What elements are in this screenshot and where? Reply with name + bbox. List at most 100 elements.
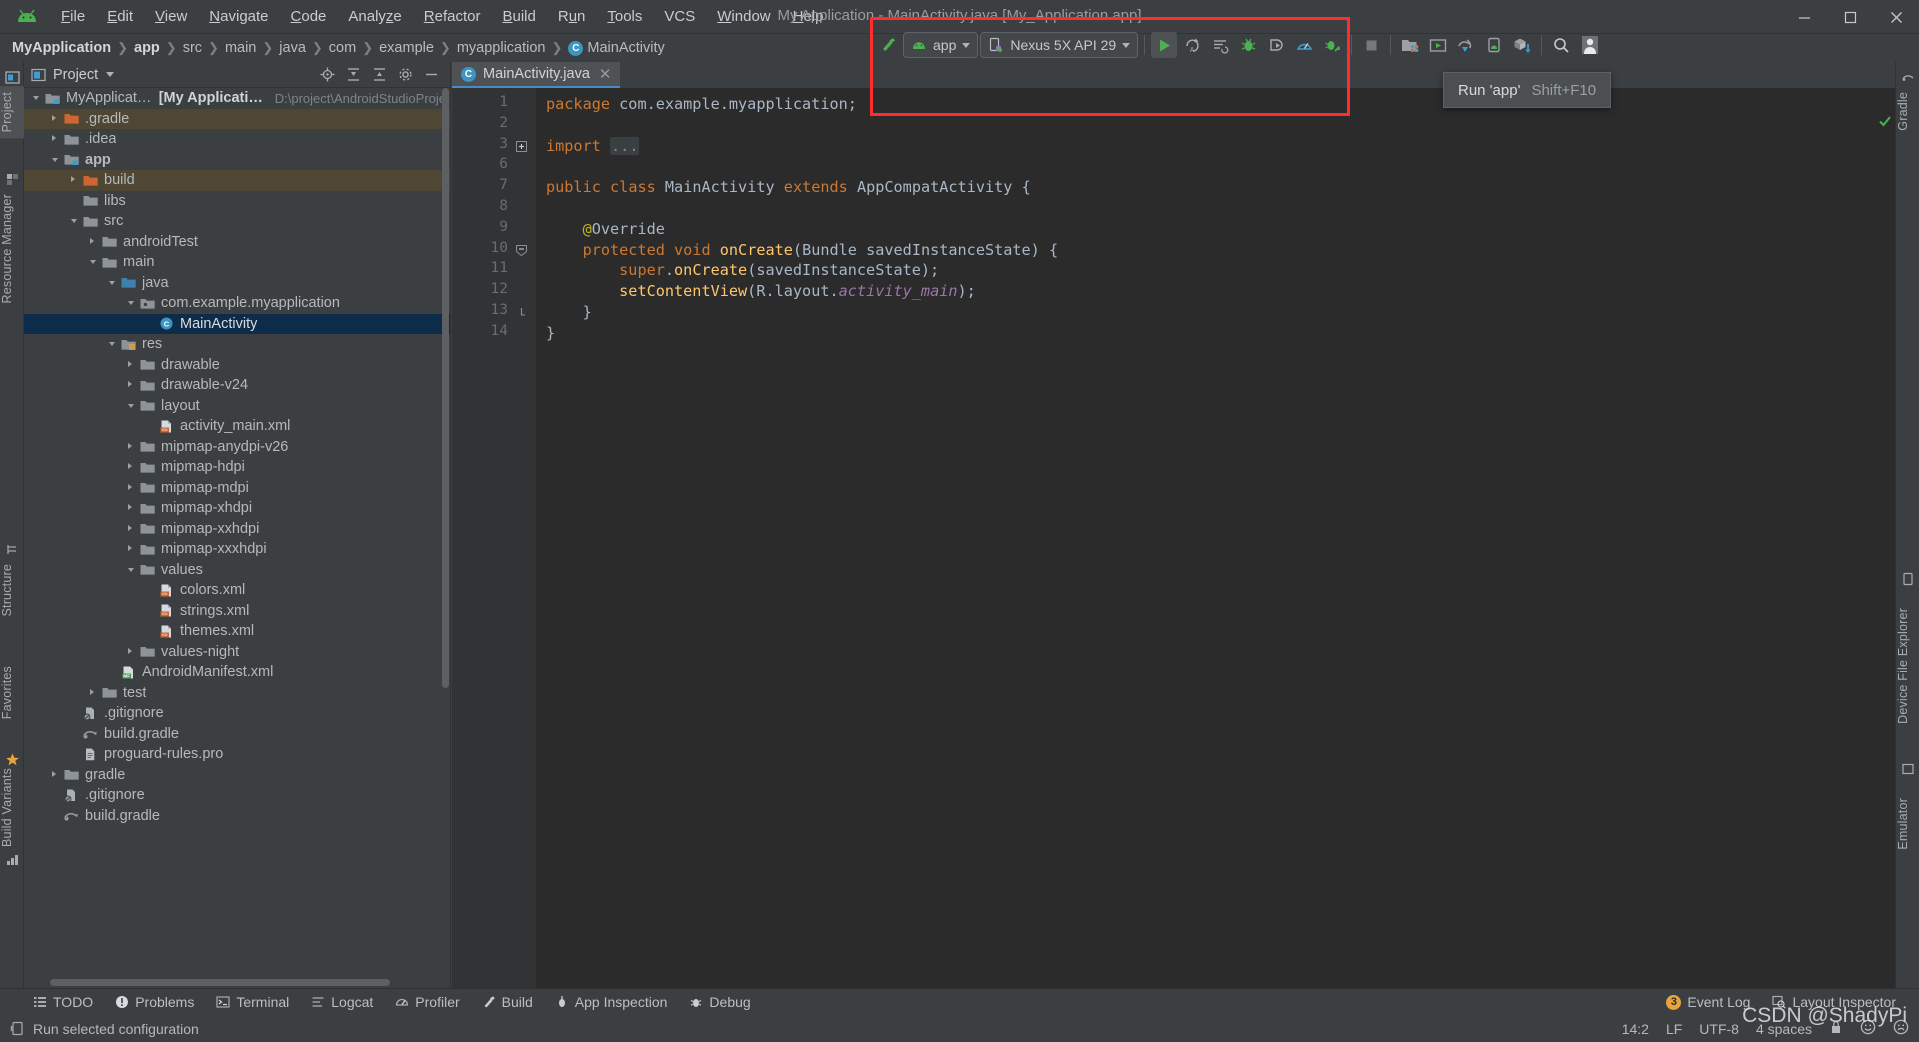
tree-row--gitignore[interactable]: .gitignore — [24, 785, 450, 806]
run-button[interactable] — [1151, 32, 1178, 58]
line-separator[interactable]: LF — [1666, 1021, 1682, 1037]
tree-row-libs[interactable]: libs — [24, 191, 450, 212]
chevron-right-icon[interactable] — [68, 173, 82, 187]
menu-build[interactable]: Build — [491, 5, 546, 28]
chevron-down-icon[interactable] — [49, 153, 63, 167]
sidebar-item-build-variants[interactable]: Build Variants — [0, 762, 24, 853]
chevron-right-icon[interactable] — [125, 501, 139, 515]
code-content[interactable]: package com.example.myapplication; impor… — [536, 88, 1895, 988]
line-number[interactable]: 1 — [452, 94, 514, 115]
bottom-tab-event-log[interactable]: 3 Event Log — [1655, 989, 1761, 1015]
bottom-tab-todo[interactable]: TODO — [22, 989, 104, 1015]
chevron-down-icon[interactable] — [106, 276, 120, 290]
hide-panel-icon[interactable] — [423, 66, 440, 83]
file-encoding[interactable]: UTF-8 — [1699, 1021, 1739, 1037]
editor-tab-mainactivity[interactable]: C MainActivity.java ✕ — [452, 62, 621, 88]
tree-row-values-night[interactable]: values-night — [24, 642, 450, 663]
breadcrumb-myapplication[interactable]: MyApplication — [12, 40, 111, 56]
menu-help[interactable]: Help — [782, 5, 835, 28]
sidebar-item-favorites[interactable]: Favorites — [0, 660, 24, 725]
happy-face-icon[interactable] — [1860, 1019, 1876, 1038]
chevron-right-icon[interactable] — [125, 440, 139, 454]
breadcrumb-com[interactable]: com — [329, 40, 356, 56]
menu-run[interactable]: Run — [547, 5, 597, 28]
code-folding-column[interactable] — [514, 88, 536, 988]
bottom-tab-build[interactable]: Build — [471, 989, 544, 1015]
sidebar-item-device-file-explorer[interactable]: Device File Explorer — [1896, 602, 1919, 730]
caret-position[interactable]: 14:2 — [1622, 1021, 1649, 1037]
tree-row-mipmap-xhdpi[interactable]: mipmap-xhdpi — [24, 498, 450, 519]
menu-vcs[interactable]: VCS — [653, 5, 706, 28]
chevron-right-icon[interactable] — [125, 522, 139, 536]
locate-icon[interactable] — [319, 66, 336, 83]
account-icon[interactable] — [1576, 32, 1604, 58]
menu-refactor[interactable]: Refactor — [413, 5, 492, 28]
avd-manager-icon[interactable] — [1425, 32, 1451, 58]
apply-changes-icon[interactable]: A — [1179, 32, 1205, 58]
breadcrumb-main[interactable]: main — [225, 40, 256, 56]
profiler-icon[interactable] — [1291, 32, 1317, 58]
menu-code[interactable]: Code — [280, 5, 338, 28]
menu-edit[interactable]: Edit — [96, 5, 144, 28]
sidebar-item-project[interactable]: Project — [0, 86, 24, 139]
tree-row-mipmap-hdpi[interactable]: mipmap-hdpi — [24, 457, 450, 478]
bottom-tab-app-inspection[interactable]: App Inspection — [544, 989, 679, 1015]
bottom-tab-logcat[interactable]: Logcat — [300, 989, 384, 1015]
chevron-down-icon[interactable] — [125, 563, 139, 577]
build-hammer-icon[interactable] — [875, 32, 901, 58]
sidebar-item-resource-manager[interactable]: Resource Manager — [0, 188, 24, 310]
tree-row-src[interactable]: src — [24, 211, 450, 232]
debug-icon[interactable] — [1235, 32, 1261, 58]
sdk-manager-icon[interactable] — [1397, 32, 1423, 58]
line-number[interactable]: 8 — [452, 198, 514, 219]
tree-row--gitignore[interactable]: .gitignore — [24, 703, 450, 724]
device-manager-icon[interactable] — [1481, 32, 1507, 58]
fold-marker[interactable] — [514, 136, 536, 157]
breadcrumb-app[interactable]: app — [134, 40, 160, 56]
menu-view[interactable]: View — [144, 5, 198, 28]
module-selector[interactable]: app — [903, 32, 979, 58]
line-number[interactable]: 6 — [452, 156, 514, 177]
stop-icon[interactable] — [1358, 32, 1384, 58]
chevron-down-icon[interactable] — [106, 72, 115, 77]
chevron-down-icon[interactable] — [68, 214, 82, 228]
tree-row-com-example-myapplication[interactable]: com.example.myapplication — [24, 293, 450, 314]
chevron-right-icon[interactable] — [125, 542, 139, 556]
tree-row-gradle[interactable]: gradle — [24, 765, 450, 786]
chevron-right-icon[interactable] — [125, 378, 139, 392]
breadcrumb-mainactivity[interactable]: MainActivity — [587, 40, 664, 56]
breadcrumb-java[interactable]: java — [279, 40, 306, 56]
minimize-button[interactable] — [1781, 0, 1827, 34]
apply-code-changes-icon[interactable] — [1207, 32, 1233, 58]
chevron-down-icon[interactable] — [87, 255, 101, 269]
device-selector[interactable]: Nexus 5X API 29 — [980, 32, 1139, 58]
settings-gear-icon[interactable] — [397, 66, 414, 83]
close-button[interactable] — [1873, 0, 1919, 34]
tree-row-androidmanifest-xml[interactable]: MF AndroidManifest.xml — [24, 662, 450, 683]
tree-row-values[interactable]: values — [24, 560, 450, 581]
chevron-down-icon[interactable] — [125, 296, 139, 310]
indent-setting[interactable]: 4 spaces — [1756, 1021, 1812, 1037]
fold-marker[interactable] — [514, 240, 536, 261]
chevron-right-icon[interactable] — [49, 132, 63, 146]
tree-row-strings-xml[interactable]: <> strings.xml — [24, 601, 450, 622]
line-number[interactable]: 7<> — [452, 177, 528, 198]
sdk-download-icon[interactable] — [1509, 32, 1535, 58]
chevron-right-icon[interactable] — [87, 686, 101, 700]
tree-row-layout[interactable]: layout — [24, 396, 450, 417]
bottom-tab-debug[interactable]: Debug — [678, 989, 761, 1015]
maximize-button[interactable] — [1827, 0, 1873, 34]
chevron-down-icon[interactable] — [30, 91, 44, 105]
tree-row-androidtest[interactable]: androidTest — [24, 232, 450, 253]
chevron-right-icon[interactable] — [87, 235, 101, 249]
tree-row-proguard-rules-pro[interactable]: proguard-rules.pro — [24, 744, 450, 765]
tree-row-mipmap-mdpi[interactable]: mipmap-mdpi — [24, 478, 450, 499]
tree-row-main[interactable]: main — [24, 252, 450, 273]
tree-row-build-gradle[interactable]: build.gradle — [24, 724, 450, 745]
tree-row--gradle[interactable]: .gradle — [24, 108, 450, 129]
breadcrumb-example[interactable]: example — [379, 40, 434, 56]
bottom-tab-problems[interactable]: Problems — [104, 989, 205, 1015]
tree-row-java[interactable]: java — [24, 273, 450, 294]
menu-navigate[interactable]: Navigate — [198, 5, 279, 28]
tree-row-mainactivity[interactable]: C MainActivity — [24, 313, 450, 334]
